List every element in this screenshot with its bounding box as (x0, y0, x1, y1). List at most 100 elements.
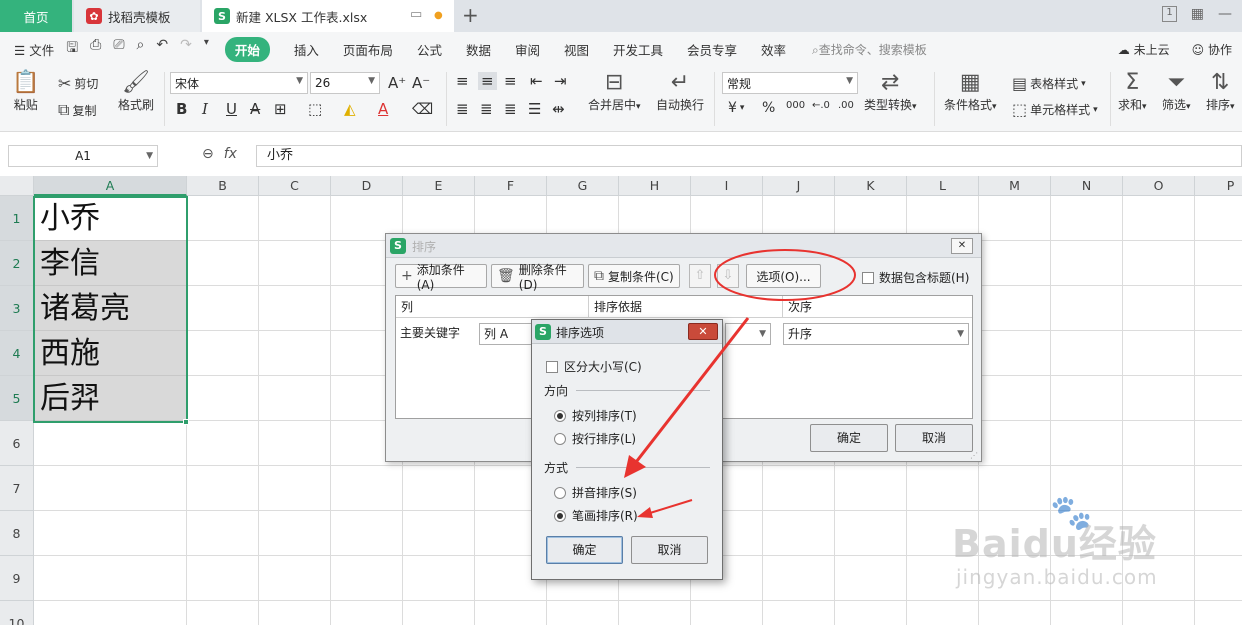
border-button[interactable]: ⊞ (274, 100, 287, 118)
resize-grip-icon[interactable]: ⋰ (970, 451, 978, 460)
options-dialog-titlebar[interactable]: S 排序选项 ✕ (532, 320, 722, 344)
command-search[interactable]: ⌕查找命令、搜索模板 (812, 41, 927, 58)
paste-button[interactable]: 📋 粘贴 (12, 70, 39, 113)
undo-icon[interactable]: ↶ (156, 37, 168, 61)
close-icon[interactable]: ✕ (688, 323, 718, 340)
column-header-f[interactable]: F (475, 176, 547, 196)
row-header-1[interactable]: 1 (0, 196, 34, 241)
column-header-d[interactable]: D (331, 176, 403, 196)
decrease-decimal-button[interactable]: .00 (838, 100, 854, 111)
column-header-n[interactable]: N (1051, 176, 1123, 196)
currency-button[interactable]: ¥ ▾ (728, 100, 744, 116)
cancel-button[interactable]: 取消 (895, 424, 973, 452)
menu-home[interactable]: 开始 (224, 36, 270, 62)
column-header-g[interactable]: G (547, 176, 619, 196)
print-icon[interactable]: ⎚ (113, 37, 124, 61)
thousands-button[interactable]: 000 (786, 100, 805, 111)
copy-button[interactable]: ⧉ 复制 (58, 100, 96, 120)
radio-button[interactable] (554, 432, 566, 445)
column-header-j[interactable]: J (763, 176, 835, 196)
type-convert-button[interactable]: ⇄ 类型转换▾ (864, 70, 917, 113)
align-top-button[interactable]: ≡ (456, 72, 469, 90)
row-header-3[interactable]: 3 (0, 286, 34, 331)
fill-color-button[interactable]: ◭ (344, 100, 356, 118)
has-header-checkbox[interactable]: 数据包含标题(H) (862, 269, 969, 286)
number-format-select[interactable]: 常规 ▼ (722, 72, 858, 94)
menu-developer[interactable]: 开发工具 (613, 40, 663, 59)
menu-insert[interactable]: 插入 (294, 40, 319, 59)
more-icon[interactable]: ▾ (204, 37, 209, 61)
column-header-c[interactable]: C (259, 176, 331, 196)
shape-button[interactable]: ⬚ (308, 100, 322, 118)
sort-button[interactable]: ⇅ 排序▾ (1206, 70, 1235, 113)
fx-icon[interactable]: fx (224, 146, 237, 162)
wrap-text-button[interactable]: ↵ 自动换行 (656, 70, 704, 113)
filter-button[interactable]: ⏷ 筛选▾ (1162, 70, 1191, 113)
column-header-p[interactable]: P (1195, 176, 1242, 196)
cut-button[interactable]: ✂ 剪切 (58, 74, 98, 93)
row-header-2[interactable]: 2 (0, 241, 34, 286)
column-header-b[interactable]: B (187, 176, 259, 196)
row-header-8[interactable]: 8 (0, 511, 34, 556)
menu-data[interactable]: 数据 (466, 40, 491, 59)
indent-increase-button[interactable]: ⇥ (554, 72, 567, 90)
justify-button[interactable]: ☰ (528, 100, 541, 118)
decrease-font-button[interactable]: A⁻ (412, 74, 430, 92)
indent-decrease-button[interactable]: ⇤ (530, 72, 543, 90)
fill-handle[interactable] (183, 419, 189, 425)
table-style-button[interactable]: ▤ 表格样式 ▾ (1012, 74, 1086, 93)
sort-dialog-titlebar[interactable]: S 排序 ✕ (386, 234, 981, 258)
menu-efficiency[interactable]: 效率 (761, 40, 786, 59)
align-center-button[interactable]: ≣ (480, 100, 493, 118)
menu-page-layout[interactable]: 页面布局 (343, 40, 393, 59)
column-header-h[interactable]: H (619, 176, 691, 196)
column-header-o[interactable]: O (1123, 176, 1195, 196)
collab-button[interactable]: ☺ 协作 (1192, 41, 1232, 58)
row-header-9[interactable]: 9 (0, 556, 34, 601)
tab-file[interactable]: S 新建 XLSX 工作表.xlsx ▭ ● (202, 0, 454, 32)
align-bottom-button[interactable]: ≡ (504, 72, 517, 90)
redo-icon[interactable]: ↷ (180, 37, 192, 61)
zoom-icon[interactable]: ⊖ (202, 146, 214, 162)
strikethrough-button[interactable]: A (250, 100, 260, 118)
checkbox-box[interactable] (862, 271, 874, 284)
export-icon[interactable]: ⎙ (90, 37, 101, 61)
add-condition-button[interactable]: + 添加条件(A) (395, 263, 487, 292)
by-row-radio[interactable]: 按行排序(L) (554, 430, 636, 447)
align-middle-button[interactable]: ≡ (478, 72, 497, 90)
select-all-corner[interactable] (0, 176, 34, 196)
move-down-button[interactable]: ⇩ (717, 264, 739, 288)
row-header-6[interactable]: 6 (0, 421, 34, 466)
row-header-10[interactable]: 10 (0, 601, 34, 625)
cell-a1[interactable]: 小乔 (34, 196, 187, 241)
monitor-icon[interactable]: ▭ (410, 7, 422, 22)
options-ok-button[interactable]: 确定 (546, 536, 623, 564)
sum-button[interactable]: Σ 求和▾ (1118, 70, 1147, 113)
align-right-button[interactable]: ≣ (504, 100, 517, 118)
order-select[interactable]: 升序 ▼ (783, 323, 969, 345)
move-up-button[interactable]: ⇧ (689, 264, 711, 288)
case-sensitive-checkbox[interactable]: 区分大小写(C) (546, 358, 642, 375)
row-header-5[interactable]: 5 (0, 376, 34, 421)
column-header-a[interactable]: A (34, 176, 187, 196)
italic-button[interactable]: I (202, 100, 208, 118)
clear-button[interactable]: ⌫ (412, 100, 433, 118)
minimize-icon[interactable]: — (1218, 6, 1232, 22)
print-preview-icon[interactable]: ⌕ (137, 37, 145, 61)
file-menu[interactable]: ☰ 文件 (14, 40, 54, 59)
row-header-4[interactable]: 4 (0, 331, 34, 376)
increase-font-button[interactable]: A⁺ (388, 74, 406, 92)
increase-decimal-button[interactable]: ←.0 (812, 100, 830, 111)
new-tab-button[interactable]: + (462, 3, 479, 27)
distribute-button[interactable]: ⇹ (552, 100, 565, 118)
formula-input[interactable]: 小乔 (256, 145, 1242, 167)
percent-button[interactable]: % (762, 100, 775, 116)
column-header-i[interactable]: I (691, 176, 763, 196)
page-count-icon[interactable]: 1 (1162, 6, 1177, 22)
basis-select[interactable]: ▼ (725, 323, 771, 345)
radio-button[interactable] (554, 409, 566, 422)
column-header-l[interactable]: L (907, 176, 979, 196)
stroke-radio[interactable]: 笔画排序(R) (554, 507, 638, 524)
options-cancel-button[interactable]: 取消 (631, 536, 708, 564)
menu-review[interactable]: 审阅 (515, 40, 540, 59)
